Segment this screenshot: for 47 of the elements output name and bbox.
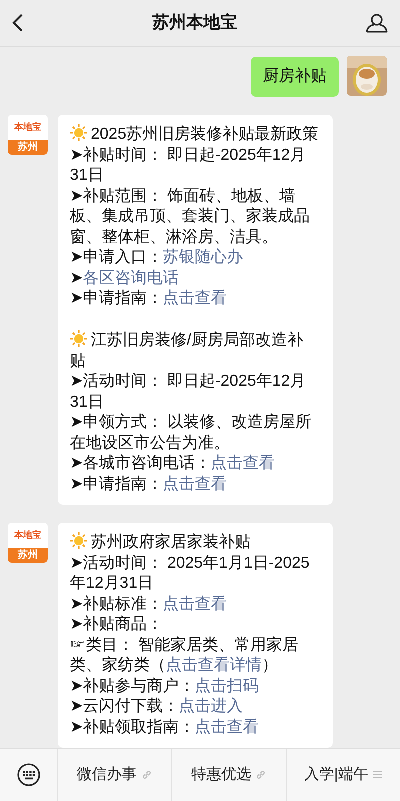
info-line: ➤申请指南：点击查看 bbox=[70, 289, 228, 309]
link[interactable]: 点击查看 bbox=[163, 290, 227, 307]
info-line: ➤补贴领取指南：点击查看 bbox=[70, 718, 260, 738]
link[interactable]: 点击扫码 bbox=[195, 678, 259, 694]
info-line: ➤补贴参与商户：点击扫码 bbox=[70, 676, 260, 696]
menu-button[interactable]: 微信办事 bbox=[58, 749, 172, 801]
info-line: ➤云闪付下载：点击进入 bbox=[70, 697, 244, 717]
sun-icon bbox=[70, 124, 88, 142]
info-line: ☞类目： 智能家居类、常用家居类、家纺类（点击查看详情） bbox=[70, 636, 300, 676]
info-line: ➤各城市咨询电话：点击查看 bbox=[70, 454, 276, 474]
avatar-city: 苏州 bbox=[8, 548, 48, 563]
message-bubble: 厨房补贴 bbox=[251, 57, 339, 97]
menu-button[interactable]: 入学|端午 bbox=[286, 749, 400, 801]
section-title: 江苏旧房装修/厨房局部改造补贴 bbox=[70, 330, 304, 372]
info-line: ➤申领方式： 以装修、改造房屋所在地设区市公告为准。 bbox=[70, 413, 312, 454]
sun-icon bbox=[70, 532, 88, 550]
link[interactable]: 苏银随心办 bbox=[163, 249, 243, 266]
section-title: 2025苏州旧房装修补贴最新政策 bbox=[70, 124, 319, 146]
chat-title: 苏州本地宝 bbox=[152, 12, 238, 34]
profile-icon[interactable] bbox=[366, 13, 388, 33]
menu-button[interactable]: 特惠优选 bbox=[172, 749, 287, 801]
link[interactable]: 点击查看 bbox=[163, 596, 227, 612]
info-line: ➤补贴标准：点击查看 bbox=[70, 594, 228, 614]
avatar-city: 苏州 bbox=[8, 140, 48, 155]
info-line: ➤补贴范围： 饰面砖、地板、墙板、集成吊顶、套装门、家装成品窗、整体柜、淋浴房、洁具。 bbox=[70, 186, 311, 248]
link[interactable]: 点击查看 bbox=[163, 476, 227, 492]
info-line: ➤申请指南：点击查看 bbox=[70, 474, 228, 494]
list-icon bbox=[373, 771, 382, 779]
sun-icon bbox=[70, 330, 88, 348]
info-line: ➤活动时间： 即日起-2025年12月31日 bbox=[70, 372, 308, 412]
info-line: ➤补贴商品： bbox=[70, 615, 164, 635]
link-icon bbox=[256, 770, 266, 780]
info-line: ➤活动时间： 2025年1月1日-2025年12月31日 bbox=[70, 554, 311, 594]
avatar-brand: 本地宝 bbox=[14, 121, 42, 134]
link-icon bbox=[142, 770, 152, 780]
link[interactable]: 各区咨询电话 bbox=[83, 270, 179, 286]
link[interactable]: 点击查看 bbox=[211, 455, 275, 472]
avatar-brand: 本地宝 bbox=[14, 529, 42, 542]
link[interactable]: 点击查看详情 bbox=[166, 657, 262, 674]
info-line: ➤申请入口：苏银随心办 bbox=[70, 248, 244, 268]
link[interactable]: 点击进入 bbox=[179, 698, 243, 715]
link[interactable]: 点击查看 bbox=[195, 718, 259, 736]
keyboard-icon[interactable] bbox=[16, 763, 40, 787]
info-line: ➤补贴时间： 即日起-2025年12月31日 bbox=[70, 146, 308, 186]
info-line: ➤各区咨询电话 bbox=[70, 268, 180, 288]
back-icon[interactable] bbox=[12, 13, 24, 33]
section-title: 苏州政府家居家装补贴 bbox=[70, 532, 319, 554]
